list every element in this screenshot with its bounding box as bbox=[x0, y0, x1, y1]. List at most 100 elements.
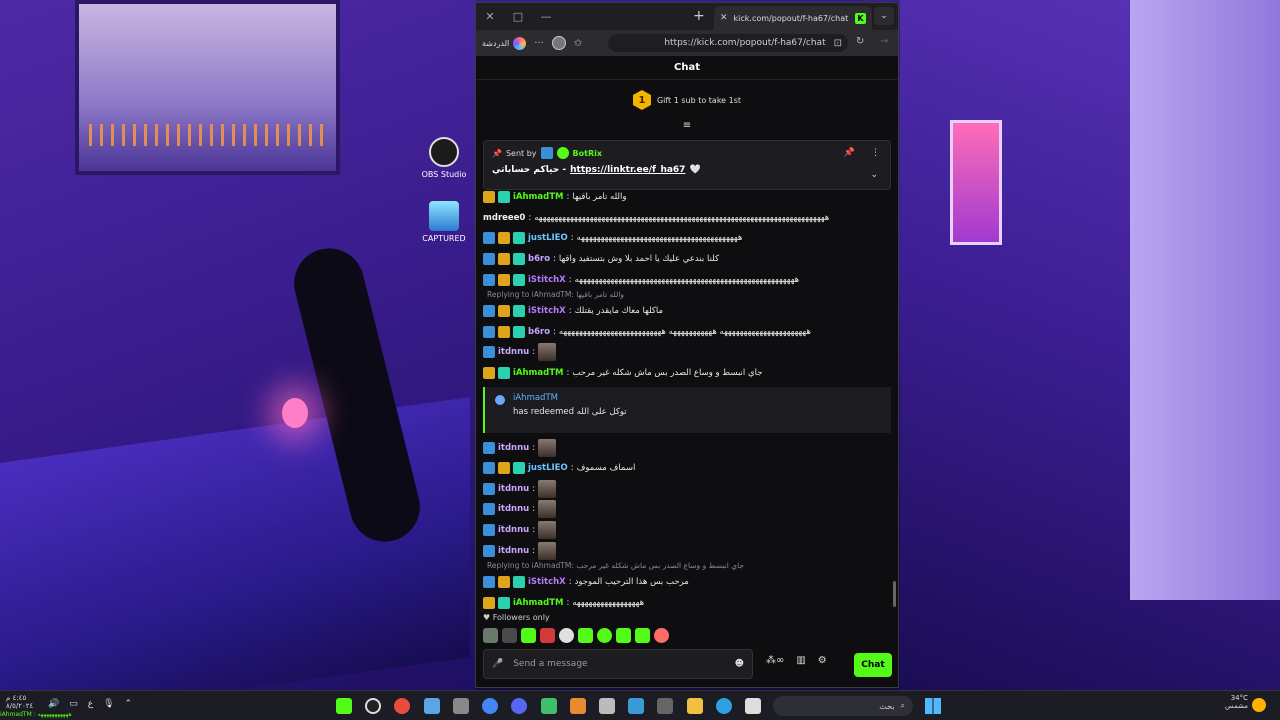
chat-scrollbar[interactable] bbox=[893, 581, 896, 607]
emoji-picker-icon[interactable]: ☻ bbox=[735, 659, 744, 669]
chat-username[interactable]: iAhmadTM bbox=[513, 368, 563, 378]
chat-text: ههههههههههههههههههههههه هههههههههههه ههه… bbox=[558, 326, 811, 337]
emote-button[interactable] bbox=[483, 628, 498, 643]
app-icon[interactable] bbox=[628, 698, 644, 714]
emote-button[interactable] bbox=[540, 628, 555, 643]
chat-username[interactable]: iAhmadTM bbox=[513, 192, 563, 202]
edge-icon[interactable] bbox=[716, 698, 732, 714]
app-icon[interactable] bbox=[453, 698, 469, 714]
close-window-icon[interactable]: ✕ bbox=[476, 10, 504, 23]
desktop-icon-obs[interactable]: OBS Studio bbox=[414, 137, 474, 179]
app-icon[interactable] bbox=[570, 698, 586, 714]
microphone-icon[interactable]: 🎤 bbox=[492, 659, 503, 669]
favorites-icon[interactable]: ✩ bbox=[574, 38, 582, 49]
app-icon[interactable] bbox=[745, 698, 761, 714]
chat-username[interactable]: iStitchX bbox=[528, 577, 566, 587]
chat-username[interactable]: mdreee0 bbox=[483, 213, 525, 223]
chrome-icon[interactable] bbox=[394, 698, 410, 714]
gift-text: Gift 1 sub to take 1st bbox=[656, 95, 742, 105]
tab-kick-chat[interactable]: ✕ kick.com/popout/f-ha67/chat K bbox=[714, 6, 872, 30]
more-options-icon[interactable]: ··· bbox=[534, 38, 544, 49]
sub-badge-icon bbox=[513, 305, 525, 318]
chat-username[interactable]: itdnnu bbox=[498, 347, 529, 357]
desktop-icon-captured[interactable]: CAPTURED bbox=[414, 201, 474, 243]
maximize-icon[interactable]: □ bbox=[504, 10, 532, 23]
profile-avatar[interactable] bbox=[551, 36, 566, 50]
emote-button[interactable] bbox=[559, 628, 574, 643]
channel-points-icon bbox=[495, 395, 505, 406]
gear-icon[interactable]: ⚙ bbox=[818, 655, 827, 666]
language-indicator[interactable]: ع bbox=[88, 699, 93, 709]
chat-message: iStitchX: ماكلها معاك مايقدر يقتلك bbox=[483, 301, 891, 322]
chrome-icon[interactable] bbox=[482, 698, 498, 714]
new-tab-icon[interactable]: + bbox=[693, 8, 705, 24]
emote-button[interactable] bbox=[635, 628, 650, 643]
chat-message: b6ro: ههههههههههههههههههههههه هههههههههه… bbox=[483, 322, 891, 343]
store-icon[interactable] bbox=[657, 698, 673, 714]
pinned-link[interactable]: https://linktr.ee/f_ha67 bbox=[570, 165, 685, 175]
emote-button[interactable] bbox=[502, 628, 517, 643]
message-input-placeholder[interactable]: Send a message bbox=[513, 659, 587, 669]
taskbar-search[interactable]: بحث ⌕ bbox=[773, 696, 913, 716]
chat-username[interactable]: iStitchX bbox=[528, 306, 566, 316]
weather-widget[interactable]: 34°C مشمس bbox=[1218, 694, 1248, 710]
chat-text: هههههههههههههههههههههههههههههههههههههههه… bbox=[576, 233, 743, 244]
emote-button[interactable] bbox=[597, 628, 612, 643]
app-icon[interactable] bbox=[599, 698, 615, 714]
refresh-icon[interactable]: ↻ bbox=[856, 36, 864, 47]
wallpaper-lamp bbox=[282, 398, 308, 428]
discord-icon[interactable] bbox=[511, 698, 527, 714]
folder-icon[interactable] bbox=[687, 698, 703, 714]
chat-username[interactable]: itdnnu bbox=[498, 504, 529, 514]
url-field[interactable]: https://kick.com/popout/f-ha67/chat ⊡ bbox=[608, 34, 848, 52]
kebab-menu-icon[interactable]: ⋮ bbox=[871, 148, 880, 158]
chat-message: itdnnu: bbox=[483, 437, 891, 458]
chat-username[interactable]: itdnnu bbox=[498, 484, 529, 494]
message-composer[interactable]: 🎤 Send a message ☻ bbox=[483, 649, 753, 679]
send-chat-button[interactable]: Chat bbox=[854, 653, 892, 677]
chat-username[interactable]: b6ro bbox=[528, 254, 550, 264]
sub-badge-icon bbox=[513, 273, 525, 286]
chat-text: والله تامر باقيها bbox=[572, 192, 627, 203]
emote-button[interactable] bbox=[654, 628, 669, 643]
pinned-bot-name[interactable]: BotRix bbox=[573, 149, 602, 158]
taskbar-clock[interactable]: ٤:٤٥ م ٨/٥/٢٠٢٤ bbox=[6, 694, 33, 710]
forward-icon[interactable]: → bbox=[880, 36, 888, 47]
filter-icon[interactable]: ≡ bbox=[476, 120, 898, 132]
redeem-username[interactable]: iAhmadTM bbox=[495, 393, 881, 403]
tab-list-chevron-icon[interactable]: ⌄ bbox=[874, 7, 894, 25]
chat-username[interactable]: b6ro bbox=[528, 327, 550, 337]
emote-button[interactable] bbox=[578, 628, 593, 643]
chat-username[interactable]: justLIEO bbox=[528, 233, 568, 243]
start-windows-icon[interactable] bbox=[925, 698, 941, 714]
volume-icon[interactable]: 🔊 bbox=[48, 699, 59, 709]
kick-app-icon[interactable] bbox=[336, 698, 352, 714]
tab-close-icon[interactable]: ✕ bbox=[720, 13, 728, 23]
microphone-tray-icon[interactable]: 🎙 bbox=[103, 699, 114, 709]
reply-context[interactable]: Replying to iAhmadTM: والله تامر باقيها bbox=[483, 290, 891, 301]
chat-username[interactable]: itdnnu bbox=[498, 546, 529, 556]
copilot-chat-button[interactable]: الدردشة bbox=[482, 36, 527, 50]
chat-header: Chat bbox=[476, 56, 898, 80]
emote-button[interactable] bbox=[521, 628, 536, 643]
chevron-down-icon[interactable]: ⌄ bbox=[870, 170, 878, 180]
tray-chevron-up-icon[interactable]: ⌃ bbox=[125, 699, 133, 709]
clock-time: ٤:٤٥ م bbox=[6, 694, 27, 702]
app-icon[interactable] bbox=[541, 698, 557, 714]
obs-taskbar-icon[interactable] bbox=[365, 698, 381, 714]
chat-username[interactable]: iStitchX bbox=[528, 275, 566, 285]
chat-text: ماكلها معاك مايقدر يقتلك bbox=[574, 306, 664, 317]
chat-username[interactable]: itdnnu bbox=[498, 525, 529, 535]
channel-points-icon[interactable]: ⁂∞ bbox=[766, 655, 784, 666]
chat-username[interactable]: iAhmadTM bbox=[513, 598, 563, 608]
unpin-icon[interactable]: 📌 bbox=[844, 148, 855, 158]
minimize-icon[interactable]: — bbox=[532, 10, 560, 23]
emote-button[interactable] bbox=[616, 628, 631, 643]
chat-username[interactable]: itdnnu bbox=[498, 443, 529, 453]
app-icon[interactable] bbox=[424, 698, 440, 714]
chat-username[interactable]: justLIEO bbox=[528, 463, 568, 473]
gift-leaderboard[interactable]: 1 Gift 1 sub to take 1st bbox=[476, 80, 898, 120]
gift-icon[interactable]: ▥ bbox=[796, 655, 805, 666]
network-icon[interactable]: ▭ bbox=[69, 699, 78, 709]
reply-context[interactable]: Replying to iAhmadTM: جاي انبسط و وساع ا… bbox=[483, 561, 891, 572]
